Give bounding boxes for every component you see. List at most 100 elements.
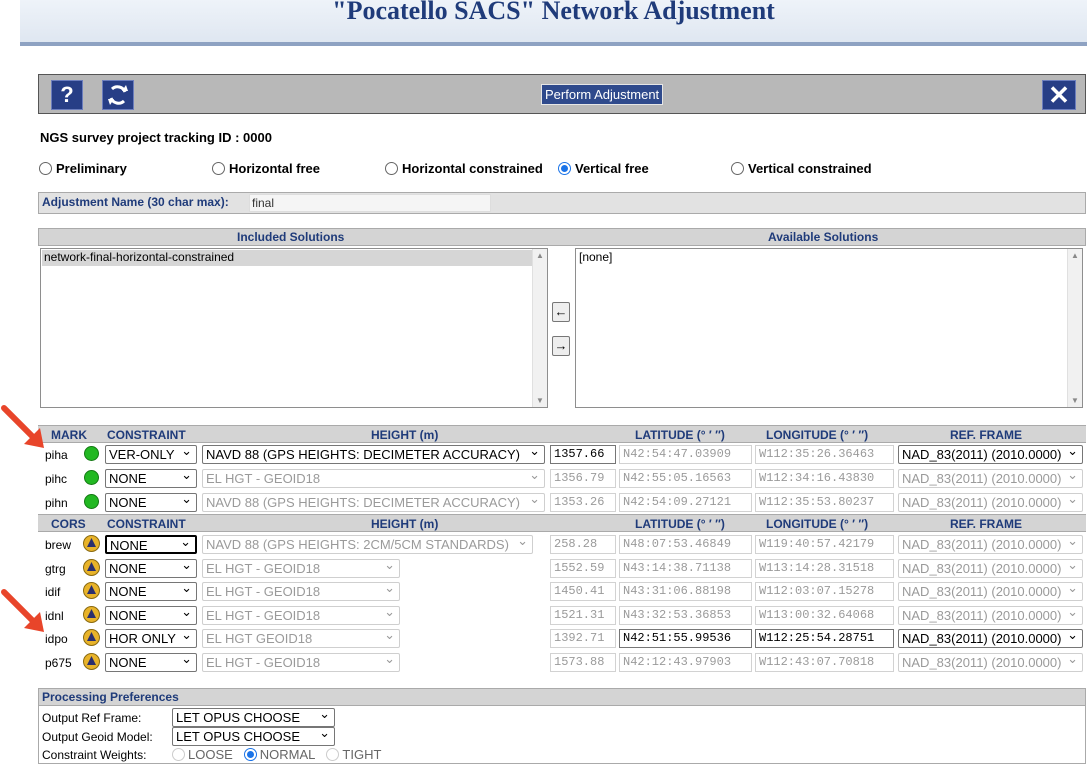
height-value[interactable]: 1552.59 <box>550 559 616 578</box>
weight-normal-radio[interactable] <box>243 748 257 761</box>
weight-tight-radio[interactable] <box>326 748 340 761</box>
ref-frame-select[interactable]: NAD_83(2011) (2010.0000) <box>898 535 1083 554</box>
close-button[interactable]: ✕ <box>1042 80 1076 110</box>
ref-frame-select[interactable]: NAD_83(2011) (2010.0000) <box>898 445 1083 464</box>
ref-frame-select[interactable]: NAD_83(2011) (2010.0000) <box>898 629 1083 648</box>
ref-frame-select[interactable]: NAD_83(2011) (2010.0000) <box>898 559 1083 578</box>
constraint-select[interactable]: HOR ONLY <box>105 629 197 648</box>
radio-circle[interactable] <box>212 162 225 175</box>
latitude-field[interactable]: N42:12:43.97903 <box>619 653 752 672</box>
constraint-select[interactable]: NONE <box>105 493 197 512</box>
radio-horizontal-constrained[interactable]: Horizontal constrained <box>385 161 543 176</box>
constraint-select[interactable]: NONE <box>105 653 197 672</box>
longitude-field[interactable]: W112:35:53.80237 <box>755 493 894 512</box>
col-longitude: LONGITUDE (° ′ ″) <box>766 428 869 442</box>
radio-circle[interactable] <box>558 162 571 175</box>
constraint-select[interactable]: VER-ONLY <box>105 445 197 464</box>
weight-loose-label: LOOSE <box>188 747 233 762</box>
col-cors: CORS <box>51 517 86 531</box>
height-value[interactable]: 258.28 <box>550 535 616 554</box>
move-right-button[interactable]: → <box>552 336 570 356</box>
mark-status-icon <box>84 446 99 461</box>
longitude-field[interactable]: W113:00:32.64068 <box>755 606 894 625</box>
latitude-field[interactable]: N42:55:05.16563 <box>619 469 752 488</box>
col-constraint: CONSTRAINT <box>107 428 186 442</box>
longitude-field[interactable]: W112:43:07.70818 <box>755 653 894 672</box>
list-item[interactable]: [none] <box>577 250 612 265</box>
col-ref-frame: REF. FRAME <box>950 517 1022 531</box>
latitude-field[interactable]: N43:31:06.88198 <box>619 582 752 601</box>
height-value[interactable]: 1357.66 <box>550 445 616 464</box>
height-value[interactable]: 1573.88 <box>550 653 616 672</box>
height-select[interactable]: NAVD 88 (GPS HEIGHTS: 2CM/5CM STANDARDS) <box>202 535 533 554</box>
longitude-field[interactable]: W119:40:57.42179 <box>755 535 894 554</box>
ref-frame-select[interactable]: NAD_83(2011) (2010.0000) <box>898 469 1083 488</box>
latitude-field[interactable]: N42:54:09.27121 <box>619 493 752 512</box>
constraint-select[interactable]: NONE <box>105 582 197 601</box>
included-scrollbar[interactable]: ▲ ▼ <box>532 249 547 407</box>
height-select[interactable]: EL HGT - GEOID18 <box>202 469 545 488</box>
radio-vertical-constrained[interactable]: Vertical constrained <box>731 161 872 176</box>
cors-row-idnl: idnl NONE EL HGT - GEOID18 1521.31 N43:3… <box>38 604 1086 627</box>
adjustment-name-label: Adjustment Name (30 char max): <box>42 195 229 209</box>
latitude-field[interactable]: N48:07:53.46849 <box>619 535 752 554</box>
height-value[interactable]: 1392.71 <box>550 629 616 648</box>
weight-loose-radio[interactable] <box>172 748 185 761</box>
perform-adjustment-button[interactable]: Perform Adjustment <box>541 84 664 105</box>
longitude-field[interactable]: W112:25:54.28751 <box>755 629 894 648</box>
latitude-field[interactable]: N43:32:53.36853 <box>619 606 752 625</box>
scroll-up-icon[interactable]: ▲ <box>1071 251 1079 260</box>
output-geoid-select[interactable]: LET OPUS CHOOSE <box>172 727 335 746</box>
radio-circle[interactable] <box>385 162 398 175</box>
radio-circle[interactable] <box>731 162 744 175</box>
move-left-button[interactable]: ← <box>552 302 570 322</box>
height-value[interactable]: 1450.41 <box>550 582 616 601</box>
radio-horizontal-free[interactable]: Horizontal free <box>212 161 320 176</box>
help-button[interactable]: ? <box>51 80 83 110</box>
latitude-field[interactable]: N43:14:38.71138 <box>619 559 752 578</box>
adjustment-name-input[interactable]: final <box>249 194 491 212</box>
latitude-field[interactable]: N42:54:47.03909 <box>619 445 752 464</box>
height-value[interactable]: 1356.79 <box>550 469 616 488</box>
scroll-down-icon[interactable]: ▼ <box>536 396 544 405</box>
longitude-field[interactable]: W112:35:26.36463 <box>755 445 894 464</box>
height-value[interactable]: 1353.26 <box>550 493 616 512</box>
longitude-field[interactable]: W112:34:16.43830 <box>755 469 894 488</box>
latitude-field[interactable]: N42:51:55.99536 <box>619 629 752 648</box>
ref-frame-select[interactable]: NAD_83(2011) (2010.0000) <box>898 653 1083 672</box>
refresh-button[interactable] <box>102 80 134 110</box>
height-value[interactable]: 1521.31 <box>550 606 616 625</box>
constraint-select[interactable]: NONE <box>105 535 197 554</box>
scroll-down-icon[interactable]: ▼ <box>1071 396 1079 405</box>
output-ref-frame-select[interactable]: LET OPUS CHOOSE <box>172 708 335 727</box>
constraint-select[interactable]: NONE <box>105 469 197 488</box>
mark-row-piha: piha VER-ONLY NAVD 88 (GPS HEIGHTS: DECI… <box>38 443 1086 466</box>
longitude-field[interactable]: W113:14:28.31518 <box>755 559 894 578</box>
radio-preliminary[interactable]: Preliminary <box>39 161 127 176</box>
height-select[interactable]: EL HGT - GEOID18 <box>202 606 400 625</box>
cors-station-icon <box>83 535 100 552</box>
available-scrollbar[interactable]: ▲ ▼ <box>1067 249 1082 407</box>
radio-circle[interactable] <box>39 162 52 175</box>
constraint-select[interactable]: NONE <box>105 559 197 578</box>
height-select[interactable]: EL HGT GEOID18 <box>202 629 400 648</box>
radio-vertical-free[interactable]: Vertical free <box>558 161 649 176</box>
scroll-up-icon[interactable]: ▲ <box>536 251 544 260</box>
ref-frame-select[interactable]: NAD_83(2011) (2010.0000) <box>898 582 1083 601</box>
constraint-select[interactable]: NONE <box>105 606 197 625</box>
list-item[interactable]: network-final-horizontal-constrained <box>42 250 532 266</box>
cors-section-header: CORS CONSTRAINT HEIGHT (m) LATITUDE (° ′… <box>38 514 1086 532</box>
available-solutions-list[interactable]: [none] ▲ ▼ <box>575 248 1083 408</box>
included-solutions-list[interactable]: network-final-horizontal-constrained ▲ ▼ <box>40 248 548 408</box>
height-select[interactable]: EL HGT - GEOID18 <box>202 559 400 578</box>
annotation-arrow-icon <box>1 405 44 448</box>
col-ref-frame: REF. FRAME <box>950 428 1022 442</box>
height-select[interactable]: NAVD 88 (GPS HEIGHTS: DECIMETER ACCURACY… <box>202 445 545 464</box>
height-select[interactable]: EL HGT - GEOID18 <box>202 653 400 672</box>
ref-frame-select[interactable]: NAD_83(2011) (2010.0000) <box>898 606 1083 625</box>
height-select[interactable]: NAVD 88 (GPS HEIGHTS: DECIMETER ACCURACY… <box>202 493 545 512</box>
ref-frame-select[interactable]: NAD_83(2011) (2010.0000) <box>898 493 1083 512</box>
cors-station-icon <box>83 653 100 670</box>
longitude-field[interactable]: W112:03:07.15278 <box>755 582 894 601</box>
height-select[interactable]: EL HGT - GEOID18 <box>202 582 400 601</box>
